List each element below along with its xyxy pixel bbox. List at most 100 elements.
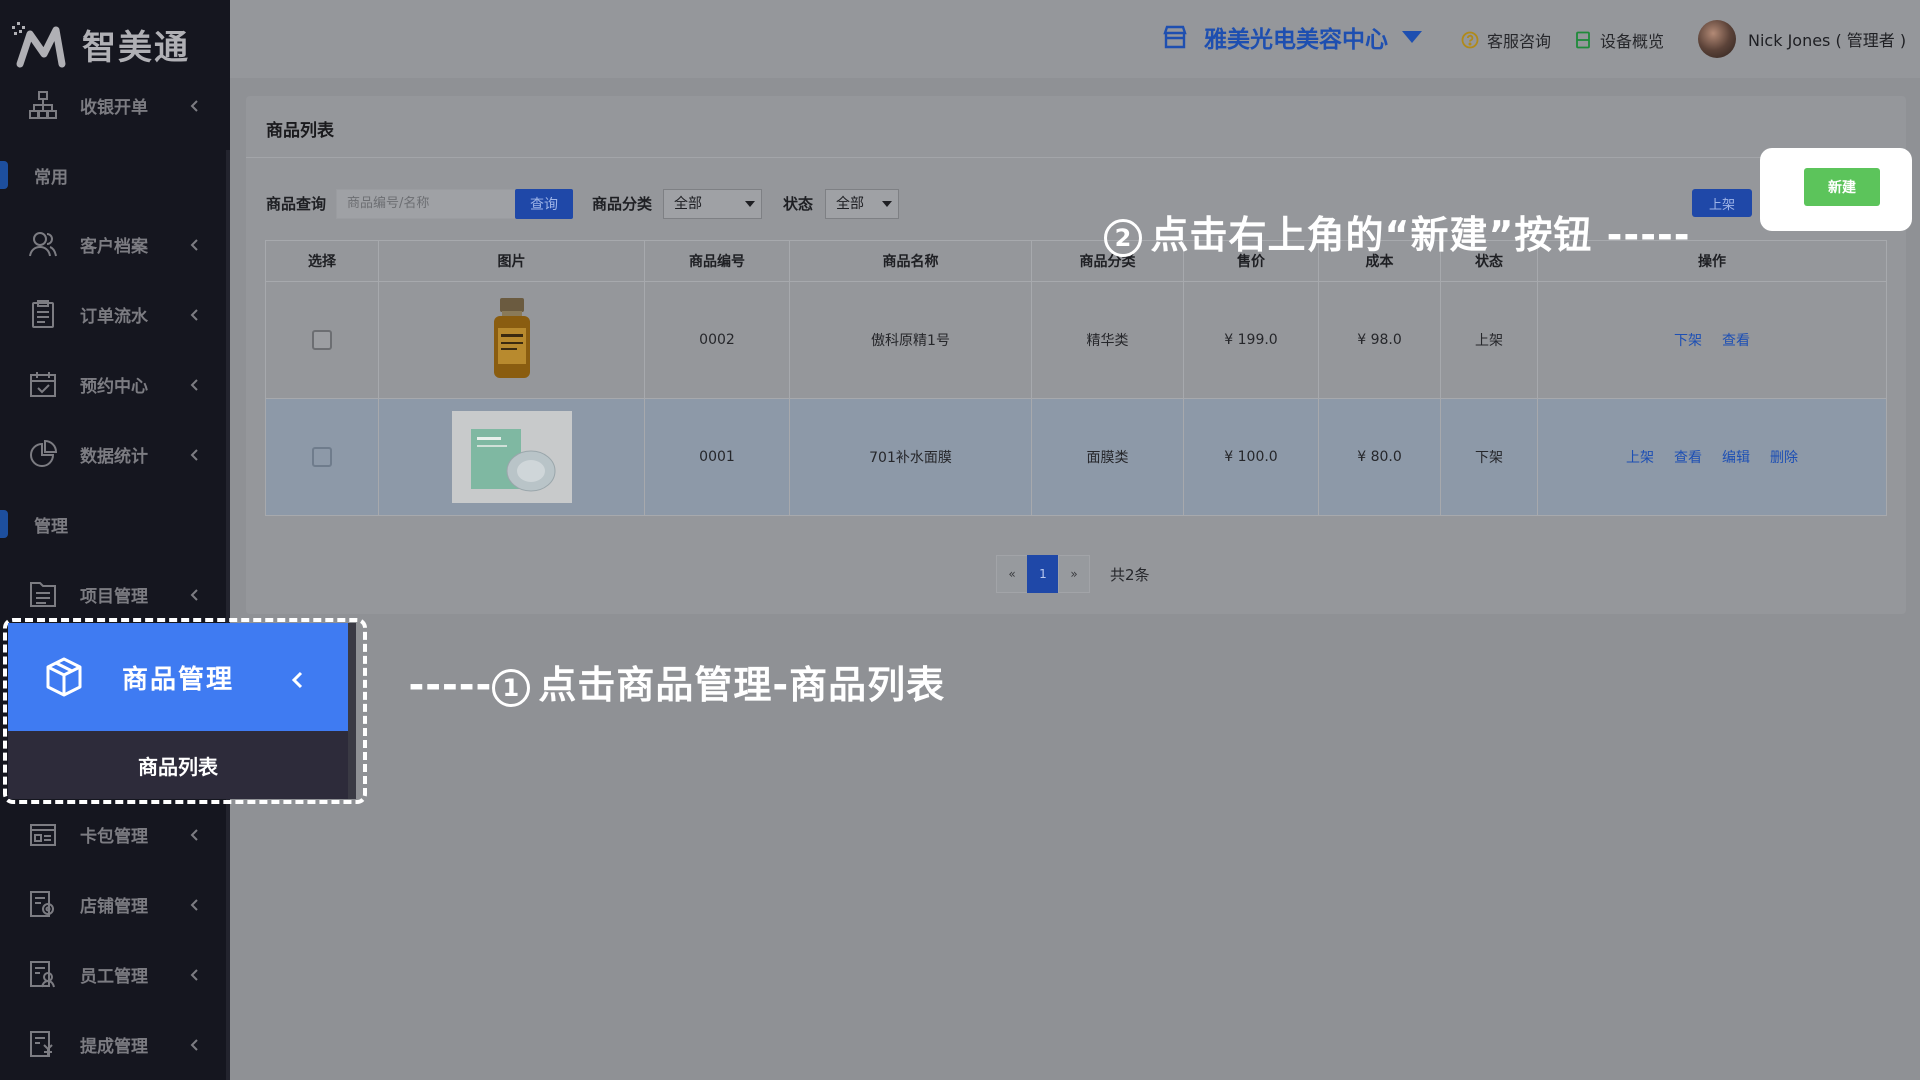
row-actions: 上架 查看 编辑 删除 — [1538, 399, 1886, 515]
product-price: ¥ 100.0 — [1184, 399, 1319, 515]
chevron-left-icon — [188, 587, 202, 601]
section-manage: 管理 — [0, 504, 230, 544]
staff-icon — [28, 959, 58, 989]
product-category: 精华类 — [1032, 282, 1184, 398]
product-search-input[interactable]: 商品编号/名称 — [336, 189, 516, 219]
help-circle-icon — [1461, 31, 1479, 49]
card-icon — [28, 819, 58, 849]
sidebar-item-stores[interactable]: 店铺管理 — [0, 876, 230, 932]
list-box-icon — [28, 579, 58, 609]
delete-link[interactable]: 删除 — [1770, 447, 1798, 467]
step1-dash: ----- — [408, 663, 493, 707]
category-select[interactable]: 全部 — [663, 189, 762, 219]
cube-icon — [42, 655, 86, 699]
step2-annotation: 2 点击右上角的“新建”按钮 ----- — [1076, 160, 1691, 259]
user-menu[interactable]: Nick Jones ( 管理者 ) — [1698, 20, 1906, 58]
view-link[interactable]: 查看 — [1722, 330, 1750, 350]
store-selector[interactable]: 雅美光电美容中心 — [1162, 20, 1422, 54]
product-image-serum — [493, 298, 530, 378]
store-icon — [1163, 25, 1187, 49]
product-name: 傲科原精1号 — [790, 282, 1032, 398]
device-icon — [1576, 31, 1590, 49]
row-actions: 下架 查看 — [1538, 282, 1886, 398]
logo-text: 智美通 — [82, 27, 190, 68]
query-label: 商品查询 — [266, 195, 327, 213]
sidebar-item-products[interactable]: 商品管理 — [8, 623, 348, 731]
status-label: 状态 — [783, 195, 814, 213]
onshelf-link[interactable]: 上架 — [1626, 447, 1654, 467]
sidebar-item-cashier[interactable]: 收银开单 — [0, 77, 230, 133]
product-name: 701补水面膜 — [790, 399, 1032, 515]
next-page-button[interactable]: » — [1058, 555, 1090, 593]
column-header: 商品编号 — [645, 241, 790, 281]
pagination: « 1 » 共2条 — [996, 555, 1150, 593]
sidebar-item-commission[interactable]: 提成管理 — [0, 1016, 230, 1072]
commission-icon — [28, 1029, 58, 1059]
edit-link[interactable]: 编辑 — [1722, 447, 1750, 467]
chevron-left-icon — [188, 967, 202, 981]
sidebar-item-cards[interactable]: 卡包管理 — [0, 806, 230, 862]
step2-text: 点击右上角的“新建”按钮 — [1150, 213, 1593, 257]
chevron-left-icon — [188, 1037, 202, 1051]
row-checkbox[interactable] — [312, 447, 332, 467]
view-link[interactable]: 查看 — [1674, 447, 1702, 467]
logo-mark-icon — [12, 22, 66, 68]
sidebar-subitem-product-list[interactable]: 商品列表 — [8, 731, 348, 799]
product-code: 0001 — [645, 399, 790, 515]
page-title: 商品列表 — [266, 121, 334, 141]
customer-service-link[interactable]: 客服咨询 — [1461, 28, 1551, 52]
product-price: ¥ 199.0 — [1184, 282, 1319, 398]
chevron-left-icon — [188, 307, 202, 321]
calendar-check-icon — [28, 369, 58, 399]
offshelf-link[interactable]: 下架 — [1674, 330, 1702, 350]
caret-down-icon — [882, 201, 892, 207]
product-image-mask — [451, 411, 572, 503]
sidebar: 智美通 收银开单 常用 客户档案 订单流水 预约中心 数据统计 管理 项目管理 … — [0, 0, 230, 1080]
chevron-left-icon — [188, 897, 202, 911]
step2-dash: ----- — [1606, 213, 1691, 257]
step1-number: 1 — [492, 668, 531, 707]
mask-package-icon — [470, 429, 555, 492]
prev-page-button[interactable]: « — [996, 555, 1028, 593]
pie-chart-icon — [28, 439, 58, 469]
column-header: 选择 — [266, 241, 379, 281]
avatar — [1698, 20, 1736, 58]
page-button-current[interactable]: 1 — [1027, 555, 1059, 593]
caret-down-icon — [1402, 31, 1422, 43]
sidebar-item-staff[interactable]: 员工管理 — [0, 946, 230, 1002]
product-table: 选择 图片 商品编号 商品名称 商品分类 售价 成本 状态 操作 0002 傲科… — [265, 240, 1887, 516]
column-header: 商品名称 — [790, 241, 1032, 281]
query-button[interactable]: 查询 — [515, 189, 573, 219]
sidebar-item-statistics[interactable]: 数据统计 — [0, 426, 230, 482]
section-common: 常用 — [0, 155, 230, 195]
store-settings-icon — [28, 889, 58, 919]
row-checkbox[interactable] — [312, 330, 332, 350]
clipboard-icon — [28, 299, 58, 329]
category-label: 商品分类 — [592, 195, 653, 213]
product-category: 面膜类 — [1032, 399, 1184, 515]
section-marker — [0, 510, 8, 538]
new-product-button[interactable]: 新建 — [1804, 168, 1880, 206]
users-icon — [28, 229, 58, 259]
app-logo: 智美通 — [10, 14, 190, 74]
product-status: 上架 — [1441, 282, 1538, 398]
column-header: 图片 — [379, 241, 645, 281]
chevron-left-icon — [188, 827, 202, 841]
sidebar-item-orders[interactable]: 订单流水 — [0, 286, 230, 342]
device-overview-link[interactable]: 设备概览 — [1574, 28, 1664, 52]
step2-number: 2 — [1104, 218, 1143, 257]
status-select[interactable]: 全部 — [825, 189, 899, 219]
table-row: 0002 傲科原精1号 精华类 ¥ 199.0 ¥ 98.0 上架 下架 查看 — [266, 282, 1886, 399]
batch-onshelf-button[interactable]: 上架 — [1692, 189, 1752, 217]
product-code: 0002 — [645, 282, 790, 398]
top-header: 雅美光电美容中心 客服咨询 设备概览 Nick Jones ( 管理者 ) — [230, 0, 1920, 78]
product-status: 下架 — [1441, 399, 1538, 515]
step1-annotation: ----- 1 点击商品管理-商品列表 — [380, 610, 945, 709]
sidebar-item-projects[interactable]: 项目管理 — [0, 566, 230, 622]
chevron-left-icon — [288, 667, 308, 689]
product-cost: ¥ 98.0 — [1319, 282, 1441, 398]
chevron-left-icon — [188, 377, 202, 391]
sidebar-item-appointments[interactable]: 预约中心 — [0, 356, 230, 412]
step1-text: 点击商品管理-商品列表 — [538, 663, 946, 707]
sidebar-item-customers[interactable]: 客户档案 — [0, 216, 230, 272]
